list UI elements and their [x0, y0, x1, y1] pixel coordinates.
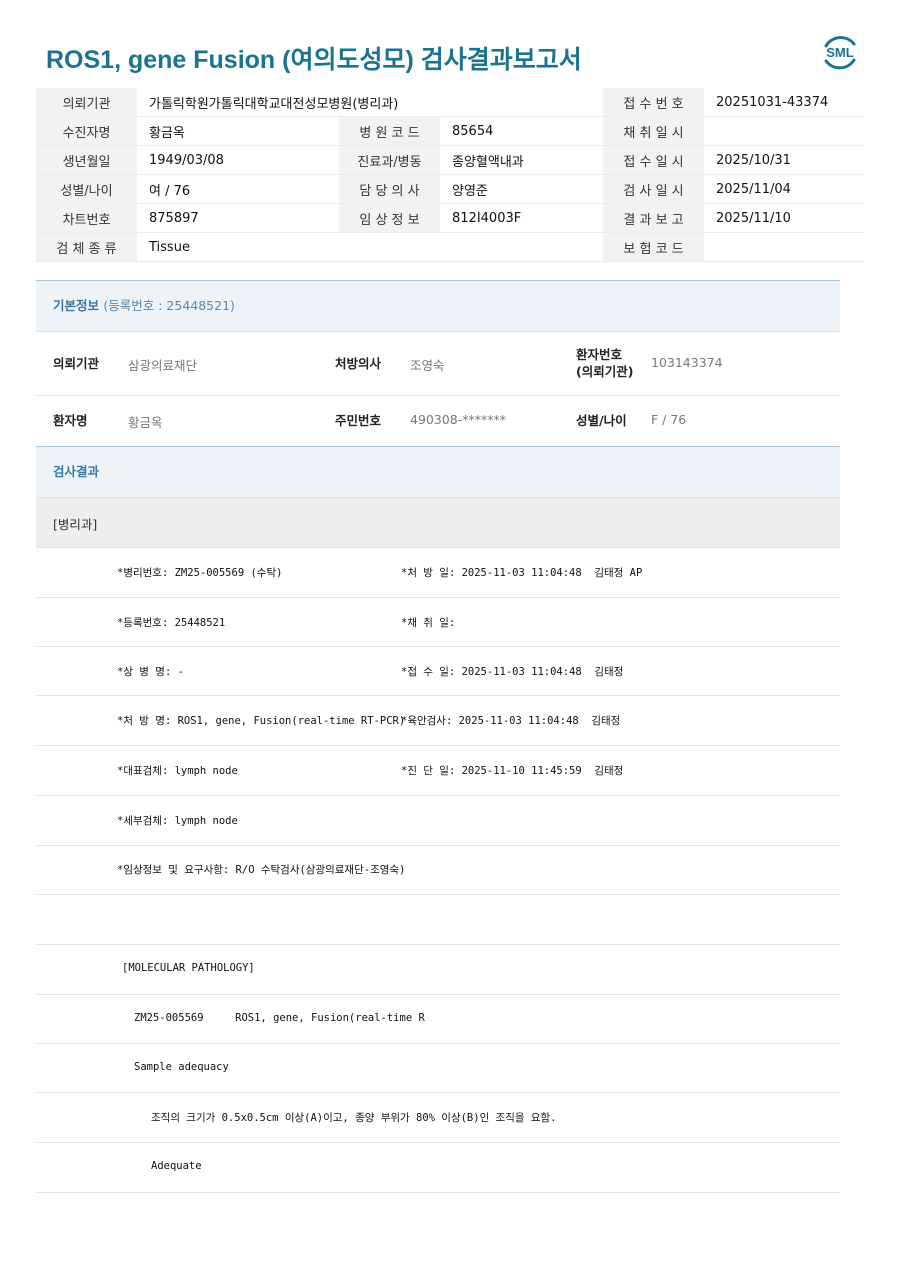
header-label: 접 수 번 호 — [603, 88, 705, 117]
header-row: 생년월일 1949/03/08 진료과/병동 종양혈액내과 접 수 일 시 20… — [36, 145, 865, 175]
info-value: 490308-******* — [410, 412, 506, 427]
header-label: 진료과/병동 — [339, 145, 440, 175]
info-key: 주민번호 — [335, 413, 382, 428]
result-right: *접 수 일: 2025-11-03 11:04:48 김태정 — [401, 666, 624, 678]
info-value: 조영숙 — [410, 358, 445, 373]
header-label: 성별/나이 — [36, 174, 137, 204]
sml-logo: SML — [824, 36, 856, 70]
header-label: 검 사 일 시 — [603, 174, 705, 204]
info-key: 환자번호 — [576, 347, 623, 362]
molecular-line: ZM25-005569 ROS1, gene, Fusion(real-time… — [134, 1012, 425, 1024]
header-row: 수진자명 황금옥 병 원 코 드 85654 채 취 일 시 — [36, 116, 865, 146]
header-label: 결 과 보 고 — [603, 203, 705, 233]
divider — [36, 894, 840, 895]
info-value: 103143374 — [651, 355, 723, 370]
header-value: 가톨릭학원가톨릭대학교대전성모병원(병리과) — [137, 88, 604, 117]
department-band: [병리과] — [36, 498, 840, 548]
info-key: 환자명 — [53, 413, 88, 428]
result-left: *처 방 명: ROS1, gene, Fusion(real-time RT-… — [117, 715, 406, 727]
adequacy-note: 조직의 크기가 0.5x0.5cm 이상(A)이고, 종양 부위가 80% 이상… — [151, 1112, 557, 1124]
result-right: *채 취 일: — [401, 617, 456, 629]
header-label: 담 당 의 사 — [339, 174, 440, 204]
divider — [36, 745, 840, 746]
header-label: 의뢰기관 — [36, 88, 137, 117]
header-value: 2025/10/31 — [704, 145, 865, 175]
basic-info-row: 의뢰기관 삼광의료재단 처방의사 조영숙 환자번호 (의뢰기관) 1031433… — [36, 332, 840, 396]
result-right: *육안검사: 2025-11-03 11:04:48 김태정 — [401, 715, 621, 727]
header-value: 85654 — [440, 116, 604, 146]
divider — [36, 1043, 840, 1044]
divider — [36, 1092, 840, 1093]
result-left: *등록번호: 25448521 — [117, 617, 226, 629]
header-row: 검 체 종 류 Tissue 보 험 코 드 — [36, 232, 865, 262]
header-info-table: 의뢰기관 가톨릭학원가톨릭대학교대전성모병원(병리과) 접 수 번 호 2025… — [36, 88, 865, 262]
header-value: 2025/11/04 — [704, 174, 865, 204]
header-value: 종양혈액내과 — [440, 145, 604, 175]
result-left: *병리번호: ZM25-005569 (수탁) — [117, 567, 283, 579]
header-label: 병 원 코 드 — [339, 116, 440, 146]
header-label: 임 상 정 보 — [339, 203, 440, 233]
result-left: *상 병 명: - — [117, 666, 184, 678]
divider — [36, 646, 840, 647]
info-key: (의뢰기관) — [576, 364, 634, 379]
basic-info-heading: 기본정보 — [53, 298, 100, 313]
divider — [36, 795, 840, 796]
header-value: 20251031-43374 — [704, 88, 865, 117]
info-value: 황금옥 — [128, 415, 163, 430]
department-label: [병리과] — [53, 517, 98, 532]
report-title: ROS1, gene Fusion (여의도성모) 검사결과보고서 — [46, 46, 582, 74]
header-value — [704, 116, 865, 146]
registration-number: (등록번호 : 25448521) — [103, 298, 235, 313]
header-label: 채 취 일 시 — [603, 116, 705, 146]
results-heading: 검사결과 — [53, 464, 100, 479]
result-left: *대표검체: lymph node — [117, 765, 238, 777]
divider — [36, 845, 840, 846]
header-value: Tissue — [137, 232, 604, 262]
divider — [36, 994, 840, 995]
header-row: 의뢰기관 가톨릭학원가톨릭대학교대전성모병원(병리과) 접 수 번 호 2025… — [36, 88, 865, 117]
divider — [36, 597, 840, 598]
result-left: *임상정보 및 요구사항: R/O 수탁검사(삼광의료재단-조영숙) — [117, 864, 406, 876]
info-key: 성별/나이 — [576, 413, 627, 428]
header-row: 차트번호 875897 임 상 정 보 812I4003F 결 과 보 고 20… — [36, 203, 865, 233]
header-value: 875897 — [137, 203, 339, 233]
divider — [36, 1192, 840, 1193]
header-value: 여 / 76 — [137, 174, 339, 204]
basic-info-section-header: 기본정보 (등록번호 : 25448521) — [36, 280, 840, 332]
divider — [36, 944, 840, 945]
header-label: 수진자명 — [36, 116, 137, 146]
header-value: 2025/11/10 — [704, 203, 865, 233]
info-key: 의뢰기관 — [53, 356, 100, 371]
result-right: *처 방 일: 2025-11-03 11:04:48 김태정 AP — [401, 567, 643, 579]
header-value: 황금옥 — [137, 116, 339, 146]
header-value: 1949/03/08 — [137, 145, 339, 175]
molecular-pathology-header: [MOLECULAR PATHOLOGY] — [122, 962, 255, 974]
info-key: 처방의사 — [335, 356, 382, 371]
header-label: 생년월일 — [36, 145, 137, 175]
basic-info-row: 환자명 황금옥 주민번호 490308-******* 성별/나이 F / 76 — [36, 396, 840, 446]
header-label: 차트번호 — [36, 203, 137, 233]
header-row: 성별/나이 여 / 76 담 당 의 사 양영준 검 사 일 시 2025/11… — [36, 174, 865, 204]
header-label: 검 체 종 류 — [36, 232, 137, 262]
header-label: 보 험 코 드 — [603, 232, 705, 262]
info-value: 삼광의료재단 — [128, 358, 198, 373]
divider — [36, 1142, 840, 1143]
info-value: F / 76 — [651, 412, 687, 427]
result-left: *세부검체: lymph node — [117, 815, 238, 827]
results-section-header: 검사결과 — [36, 446, 840, 498]
result-right: *진 단 일: 2025-11-10 11:45:59 김태정 — [401, 765, 624, 777]
logo-text: SML — [826, 45, 854, 60]
sample-adequacy-label: Sample adequacy — [134, 1061, 229, 1073]
header-value: 양영준 — [440, 174, 604, 204]
adequacy-result: Adequate — [151, 1160, 202, 1172]
header-value — [704, 232, 865, 262]
divider — [36, 695, 840, 696]
header-label: 접 수 일 시 — [603, 145, 705, 175]
header-value: 812I4003F — [440, 203, 604, 233]
